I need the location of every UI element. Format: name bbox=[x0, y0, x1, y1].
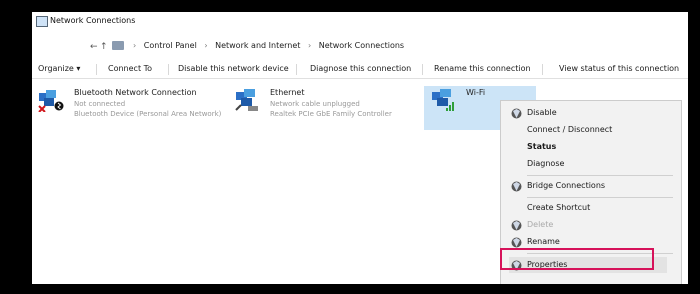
network-connections-window: Network Connections ← ↑ › Control Panel … bbox=[32, 12, 688, 284]
menu-item-label: Delete bbox=[527, 220, 554, 229]
menu-item-create-shortcut[interactable]: Create Shortcut bbox=[509, 200, 667, 216]
view-status-button[interactable]: View status of this connection bbox=[559, 64, 679, 73]
breadcrumb-network-and-internet[interactable]: Network and Internet bbox=[215, 41, 300, 50]
menu-item-label: Create Shortcut bbox=[527, 203, 591, 212]
breadcrumb-network-connections[interactable]: Network Connections bbox=[319, 41, 404, 50]
disable-device-button[interactable]: Disable this network device bbox=[178, 64, 289, 73]
connection-name: Bluetooth Network Connection bbox=[74, 88, 197, 97]
connection-ethernet[interactable]: Ethernet Network cable unplugged Realtek… bbox=[228, 86, 418, 130]
address-bar: ← ↑ › Control Panel › Network and Intern… bbox=[32, 36, 688, 58]
menu-item-label: Disable bbox=[527, 108, 557, 117]
toolbar-divider bbox=[422, 64, 423, 75]
menu-separator bbox=[527, 175, 673, 176]
uac-shield-icon bbox=[511, 108, 522, 119]
network-folder-icon bbox=[36, 16, 48, 27]
connection-status: Network cable unplugged bbox=[270, 100, 360, 108]
uac-shield-icon bbox=[511, 220, 522, 231]
menu-item-label: Status bbox=[527, 142, 557, 151]
breadcrumb-separator-icon: › bbox=[307, 41, 312, 50]
connection-bluetooth[interactable]: Bluetooth Network Connection Not connect… bbox=[32, 86, 222, 130]
menu-item-diagnose[interactable]: Diagnose bbox=[509, 156, 667, 172]
title-bar: Network Connections bbox=[32, 12, 688, 30]
window-title: Network Connections bbox=[50, 16, 136, 25]
breadcrumb-separator-icon: › bbox=[204, 41, 208, 50]
toolbar-divider bbox=[168, 64, 169, 75]
uac-shield-icon bbox=[511, 181, 522, 192]
up-arrow-icon[interactable]: ↑ bbox=[100, 42, 108, 52]
toolbar-divider bbox=[296, 64, 297, 75]
bluetooth-network-icon bbox=[38, 90, 64, 112]
menu-item-label: Diagnose bbox=[527, 159, 565, 168]
toolbar-divider bbox=[542, 64, 543, 75]
properties-highlight-box bbox=[500, 248, 654, 270]
menu-item-disable[interactable]: Disable bbox=[509, 105, 667, 121]
connection-name: Wi-Fi bbox=[466, 88, 486, 97]
toolbar-divider bbox=[96, 64, 97, 75]
menu-item-label: Connect / Disconnect bbox=[527, 125, 613, 134]
connection-device: Realtek PCIe GbE Family Controller bbox=[270, 110, 392, 118]
connect-to-button[interactable]: Connect To bbox=[108, 64, 152, 73]
diagnose-connection-button[interactable]: Diagnose this connection bbox=[310, 64, 411, 73]
wifi-network-icon bbox=[432, 89, 454, 111]
organize-button[interactable]: Organize ▾ bbox=[38, 64, 80, 73]
menu-item-bridge-connections[interactable]: Bridge Connections bbox=[509, 178, 667, 194]
menu-item-label: Bridge Connections bbox=[527, 181, 606, 190]
menu-item-delete[interactable]: Delete bbox=[509, 217, 667, 233]
ethernet-network-icon bbox=[235, 89, 258, 111]
connection-device: Bluetooth Device (Personal Area Network) bbox=[74, 110, 222, 118]
menu-item-status[interactable]: Status bbox=[509, 139, 667, 155]
back-arrow-icon[interactable]: ← bbox=[90, 42, 98, 52]
connection-name: Ethernet bbox=[270, 88, 305, 97]
menu-separator bbox=[527, 197, 673, 198]
rename-connection-button[interactable]: Rename this connection bbox=[434, 64, 531, 73]
command-bar: Organize ▾ Connect To Disable this netwo… bbox=[32, 62, 688, 79]
connection-status: Not connected bbox=[74, 100, 126, 108]
breadcrumb-separator-icon: › bbox=[133, 41, 137, 50]
uac-shield-icon bbox=[511, 237, 522, 248]
menu-item-label: Rename bbox=[527, 237, 560, 246]
menu-item-connect-disconnect[interactable]: Connect / Disconnect bbox=[509, 122, 667, 138]
breadcrumb: › Control Panel › Network and Internet ›… bbox=[128, 41, 404, 50]
control-panel-icon bbox=[112, 41, 124, 50]
breadcrumb-control-panel[interactable]: Control Panel bbox=[144, 41, 197, 50]
